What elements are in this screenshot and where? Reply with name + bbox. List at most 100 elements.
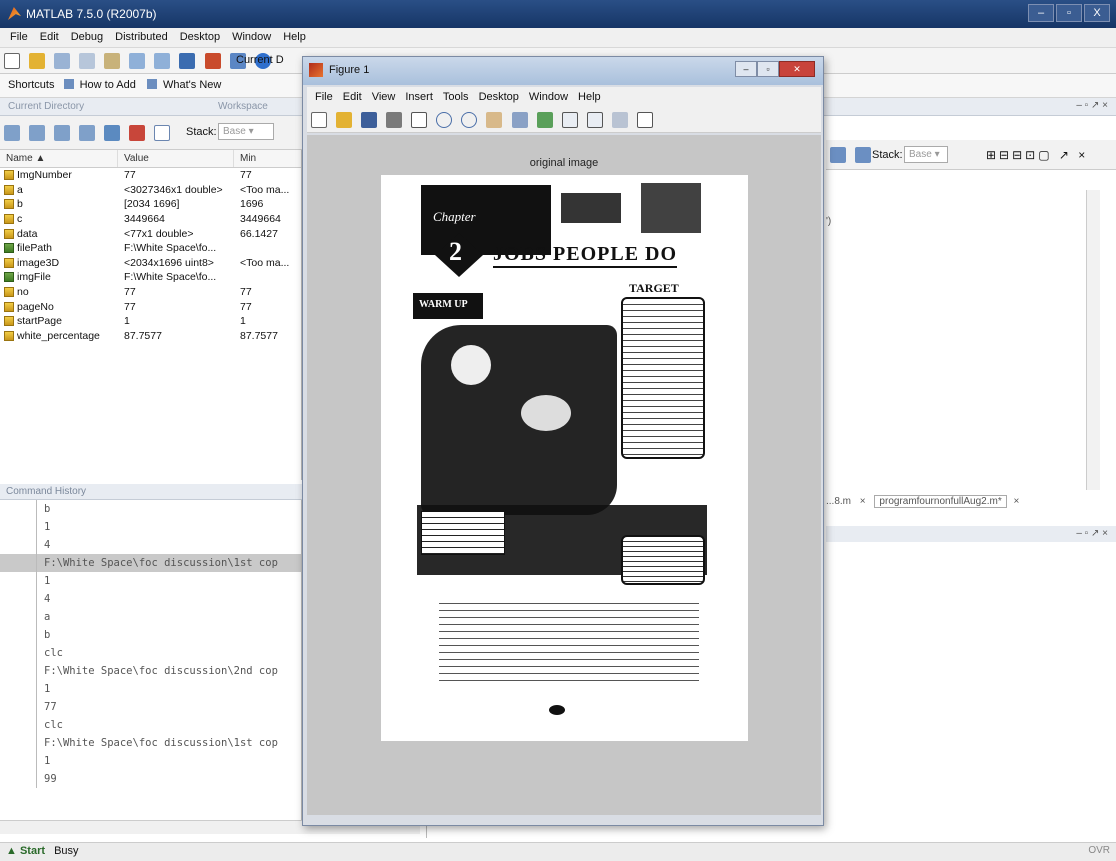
history-entry[interactable]: a [0,608,301,626]
menu-help[interactable]: Help [283,31,306,43]
print-figure-icon[interactable] [386,112,403,128]
workspace-row[interactable]: image3D <2034x1696 uint8> <Too ma... [0,256,301,271]
history-entry[interactable]: 99 [0,770,301,788]
start-button[interactable]: ▲ Start [6,845,45,857]
workspace-row[interactable]: startPage 1 1 [0,314,301,329]
history-entry[interactable]: b [0,500,301,518]
new-variable-icon[interactable] [4,125,20,141]
paste-icon[interactable] [104,53,121,69]
open-variable-icon[interactable] [29,125,46,141]
workspace-row[interactable]: ImgNumber 77 77 [0,168,301,183]
debug-icon[interactable] [830,147,846,163]
workspace-row[interactable]: pageNo 77 77 [0,299,301,314]
figure-menu-insert[interactable]: Insert [405,91,433,103]
menu-edit[interactable]: Edit [40,31,59,43]
copy-icon[interactable] [79,53,96,69]
workspace-row[interactable]: c 3449664 3449664 [0,212,301,227]
colorbar-icon[interactable] [561,112,578,128]
menu-window[interactable]: Window [232,31,271,43]
history-entry[interactable]: 4 [0,590,301,608]
workspace-row[interactable]: b [2034 1696] 1696 [0,197,301,212]
history-entry[interactable]: F:\White Space\foc discussion\1st cop [0,734,301,752]
zoom-in-icon[interactable] [436,112,453,128]
workspace-row[interactable]: filePath F:\White Space\fo... [0,241,301,256]
editor-stack-dropdown[interactable]: Base ▾ [904,146,948,163]
workspace-row[interactable]: no 77 77 [0,285,301,300]
zoom-out-icon[interactable] [461,112,478,128]
panel-controls-icon[interactable]: – ▫ ↗ × [1076,528,1108,539]
plot-selection-icon[interactable] [154,125,171,141]
history-entry[interactable]: b [0,626,301,644]
delete-icon[interactable] [129,125,146,141]
figure-menu-view[interactable]: View [372,91,396,103]
col-value-header[interactable]: Value [118,150,234,167]
figure-menu-help[interactable]: Help [578,91,601,103]
how-to-add-link[interactable]: How to Add [80,79,136,91]
menu-file[interactable]: File [10,31,28,43]
hide-plot-tools-icon[interactable] [611,112,628,128]
history-entry[interactable]: 1 [0,518,301,536]
history-entry[interactable]: 1 [0,680,301,698]
pan-icon[interactable] [486,112,503,128]
new-file-icon[interactable] [4,53,20,69]
tab-close-icon[interactable]: × [1014,496,1020,507]
print-icon[interactable] [104,125,121,141]
figure-menu-tools[interactable]: Tools [443,91,469,103]
workspace-row[interactable]: a <3027346x1 double> <Too ma... [0,183,301,198]
tab-workspace[interactable]: Workspace [218,101,268,112]
open-folder-icon[interactable] [29,53,46,69]
history-entry[interactable]: 4 [0,536,301,554]
editor-tab-2[interactable]: programfournonfullAug2.m* [874,495,1007,508]
save-workspace-icon[interactable] [54,125,71,141]
history-entry[interactable]: 1 [0,572,301,590]
data-cursor-icon[interactable] [536,112,553,128]
debug-icon[interactable] [855,147,872,163]
open-file-icon[interactable] [336,112,353,128]
menu-distributed[interactable]: Distributed [115,31,168,43]
workspace-row[interactable]: imgFile F:\White Space\fo... [0,270,301,285]
editor-pane[interactable]: ') [826,170,1116,480]
editor-scrollbar[interactable] [1086,190,1100,490]
guide-icon[interactable] [204,53,221,69]
figure-menu-file[interactable]: File [315,91,333,103]
workspace-row[interactable]: data <77x1 double> 66.1427 [0,226,301,241]
panel-controls-icon[interactable]: – ▫ ↗ × [1076,100,1108,111]
history-entry[interactable]: clc [0,716,301,734]
simulink-icon[interactable] [179,53,196,69]
tab-close-icon[interactable]: × [860,496,866,507]
minimize-button[interactable]: – [1028,4,1054,22]
history-entry[interactable]: 77 [0,698,301,716]
save-figure-icon[interactable] [361,112,378,128]
history-entry[interactable]: clc [0,644,301,662]
figure-menu-window[interactable]: Window [529,91,568,103]
layout-icons[interactable]: ⊞⊟⊟⊡▢ ↗ × [986,148,1088,162]
new-figure-icon[interactable] [311,112,327,128]
col-name-header[interactable]: Name ▲ [0,150,118,167]
history-entry[interactable]: F:\White Space\foc discussion\2nd cop [0,662,301,680]
maximize-button[interactable]: ▫ [1056,4,1082,22]
whats-new-link[interactable]: What's New [163,79,221,91]
menu-desktop[interactable]: Desktop [180,31,220,43]
tab-current-directory[interactable]: Current Directory [8,101,84,112]
menu-debug[interactable]: Debug [71,31,103,43]
show-plot-tools-icon[interactable] [636,112,653,128]
close-button[interactable]: X [1084,4,1110,22]
edit-plot-icon[interactable] [411,112,428,128]
figure-menu-edit[interactable]: Edit [343,91,362,103]
legend-icon[interactable] [586,112,603,128]
undo-icon[interactable] [129,53,146,69]
figure-maximize-button[interactable]: ▫ [757,61,779,77]
stack-dropdown[interactable]: Base ▾ [218,123,274,140]
history-entry[interactable]: F:\White Space\foc discussion\1st cop [0,554,301,572]
cut-icon[interactable] [54,53,71,69]
history-entry[interactable]: 1 [0,752,301,770]
figure-menu-desktop[interactable]: Desktop [479,91,519,103]
figure-minimize-button[interactable]: – [735,61,757,77]
rotate-3d-icon[interactable] [511,112,528,128]
col-min-header[interactable]: Min [234,150,300,167]
editor-tab-1[interactable]: ...8.m [826,496,851,507]
figure-close-button[interactable]: ✕ [779,61,815,77]
workspace-row[interactable]: white_percentage 87.7577 87.7577 [0,329,301,344]
load-data-icon[interactable] [79,125,96,141]
redo-icon[interactable] [154,53,171,69]
